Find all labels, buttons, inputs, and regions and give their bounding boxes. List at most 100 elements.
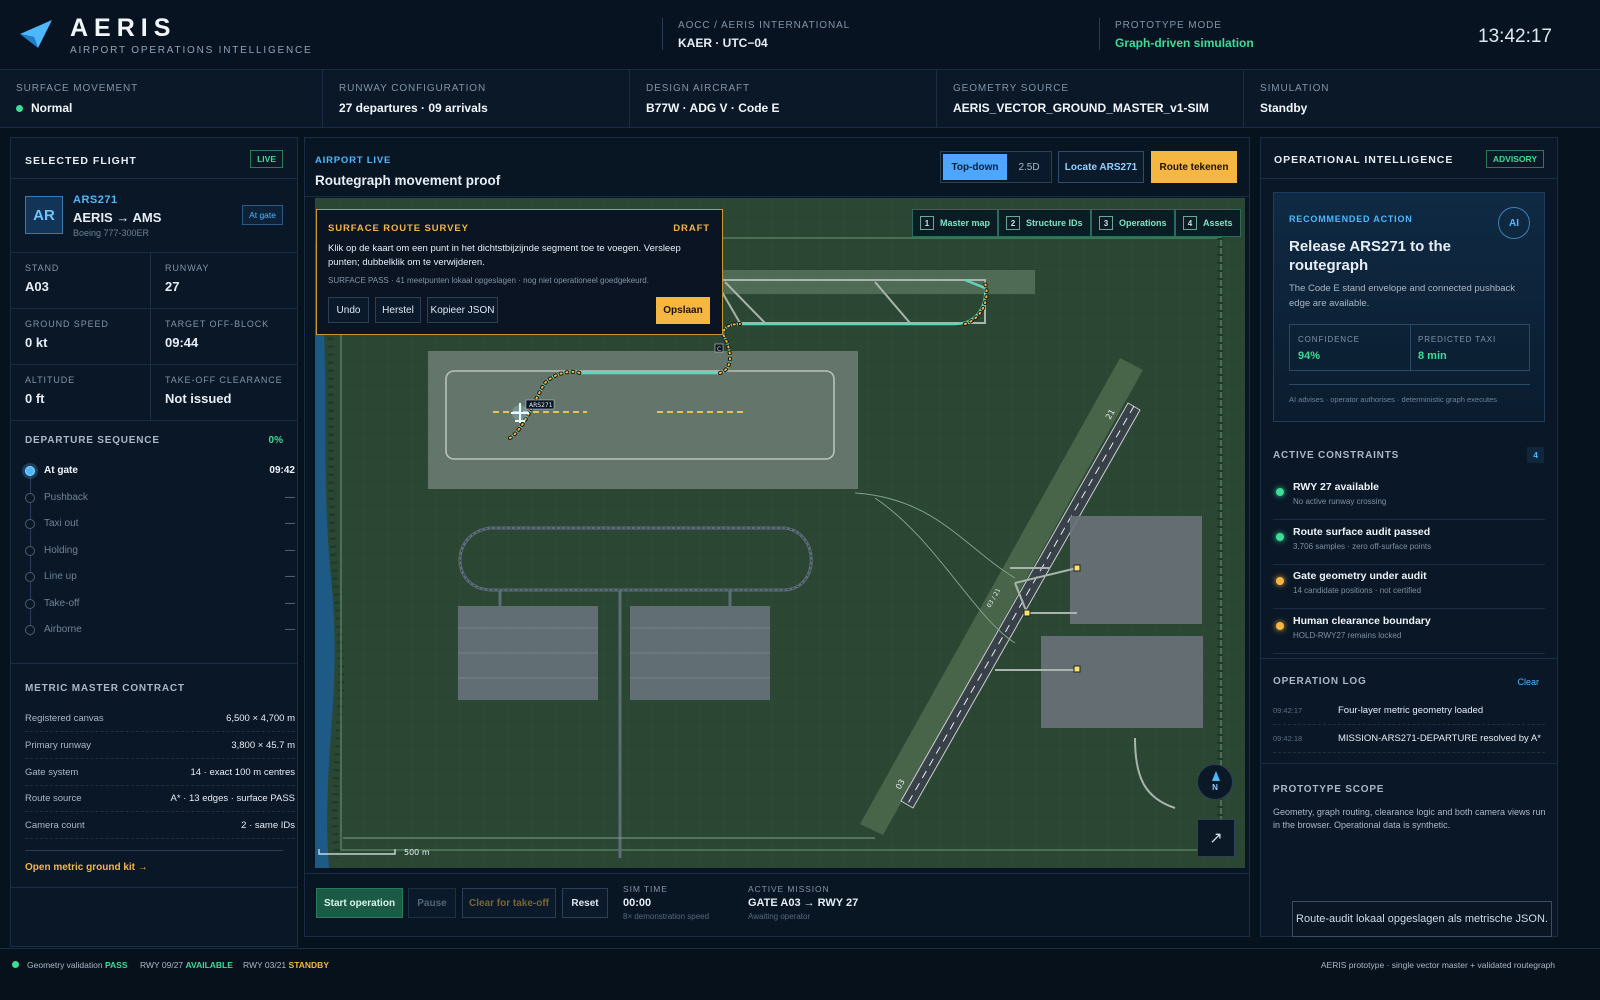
metric-row: Registered canvas 6,500 × 4,700 m xyxy=(25,705,295,732)
sequence-step: Pushback — xyxy=(25,490,295,508)
start-operation-button[interactable]: Start operation xyxy=(316,888,403,918)
step-dot-icon xyxy=(25,545,35,556)
step-dot-icon xyxy=(25,572,35,582)
sequence-step: Line up — xyxy=(25,569,295,587)
constraint-item: RWY 27 available No active runway crossin… xyxy=(1273,476,1545,520)
flight-status-badge: At gate xyxy=(242,205,283,225)
pause-button[interactable]: Pause xyxy=(408,888,456,918)
step-dot-icon xyxy=(25,598,35,609)
step-label: Line up xyxy=(44,571,77,582)
departure-sequence-title: DEPARTURE SEQUENCE xyxy=(25,435,160,446)
metric-value: 2 · same IDs xyxy=(241,820,295,832)
aeris-logo-icon xyxy=(20,20,52,48)
flight-route: AERIS → AMS xyxy=(73,210,162,225)
scope-body: Geometry, graph routing, clearance logic… xyxy=(1273,807,1546,830)
clock: 13:42:17 xyxy=(1478,26,1552,47)
expand-map-icon[interactable]: ↗ xyxy=(1197,819,1235,857)
aircraft-type: Boeing 777-300ER xyxy=(73,228,150,238)
constraint-subtitle: HOLD-RWY27 remains locked xyxy=(1293,630,1402,640)
field-runway: RUNWAY 27 xyxy=(151,253,297,309)
ai-badge-icon: AI xyxy=(1498,207,1530,239)
view-25d-button[interactable]: 2.5D xyxy=(1009,154,1049,180)
strip-design-aircraft: DESIGN AIRCRAFT B77W · ADG V · Code E xyxy=(630,70,937,128)
metric-row: Camera count 2 · same IDs xyxy=(25,812,295,840)
survey-title: SURFACE ROUTE SURVEY xyxy=(328,223,469,234)
strip-simulation: SIMULATION Standby xyxy=(1260,83,1330,115)
compass-icon[interactable]: N xyxy=(1197,764,1233,800)
metric-value: 14 · exact 100 m centres xyxy=(190,766,295,778)
footer-bar: Geometry validation PASS RWY 09/27 AVAIL… xyxy=(0,948,1600,1000)
step-time: — xyxy=(285,597,295,609)
log-time: 09:42:17 xyxy=(1273,706,1303,715)
scope-title: PROTOTYPE SCOPE xyxy=(1273,784,1385,795)
step-time: — xyxy=(285,491,295,503)
mission-status: Awaiting operator xyxy=(748,912,811,921)
step-label: At gate xyxy=(44,465,78,476)
step-dot-icon xyxy=(25,492,35,503)
layer-tab-structure-ids[interactable]: 2 Structure IDs xyxy=(998,209,1091,237)
intelligence-panel: OPERATIONAL INTELLIGENCE ADVISORY RECOMM… xyxy=(1260,137,1558,937)
flight-tag: ARS271 xyxy=(529,402,553,409)
locate-flight-button[interactable]: Locate ARS271 xyxy=(1058,151,1144,183)
recommendation-card: RECOMMENDED ACTION AI Release ARS271 to … xyxy=(1273,192,1545,422)
step-label: Pushback xyxy=(44,491,88,503)
active-mission: GATE A03 → RWY 27 xyxy=(748,897,859,909)
top-header: AERIS AIRPORT OPERATIONS INTELLIGENCE AO… xyxy=(0,0,1600,70)
field-target-off-block: TARGET OFF-BLOCK 09:44 xyxy=(151,309,297,365)
sequence-step: Taxi out — xyxy=(25,516,295,534)
log-entry: 09:42:17 Four-layer metric geometry loade… xyxy=(1273,698,1545,725)
metric-kit-link[interactable]: Open metric ground kit → xyxy=(25,862,148,873)
metric-key: Gate system xyxy=(25,766,79,778)
brand-name: AERIS xyxy=(70,14,177,42)
step-time: — xyxy=(285,624,295,635)
view-topdown-button[interactable]: Top-down xyxy=(943,154,1007,180)
constraint-status-icon xyxy=(1276,532,1284,541)
reset-button[interactable]: Reset xyxy=(562,888,608,918)
sequence-step: Holding — xyxy=(25,543,295,561)
node-c-label: C xyxy=(717,346,721,353)
constraint-subtitle: 3,706 samples · zero off-surface points xyxy=(1293,541,1432,551)
field-ground-speed: GROUND SPEED 0 kt xyxy=(11,309,151,365)
metric-key: Registered canvas xyxy=(25,713,104,724)
step-label: Holding xyxy=(44,544,78,556)
survey-copy-json-button[interactable]: Kopieer JSON xyxy=(427,297,498,323)
metric-value: 6,500 × 4,700 m xyxy=(226,713,295,724)
survey-badge: DRAFT xyxy=(673,223,710,234)
rec-body: The Code E stand envelope and connected … xyxy=(1289,283,1516,309)
status-strip: SURFACE MOVEMENT Normal RUNWAY CONFIGURA… xyxy=(0,70,1600,128)
layer-tab-master-map[interactable]: 1 Master map xyxy=(912,209,999,237)
step-label: Take-off xyxy=(44,597,80,609)
survey-meta: SURFACE PASS · 41 meetpunten lokaal opge… xyxy=(328,276,649,285)
log-clear-button[interactable]: Clear xyxy=(1517,677,1539,687)
metric-key: Route source xyxy=(25,793,82,805)
strip-geometry-source: GEOMETRY SOURCE AERIS_VECTOR_GROUND_MAST… xyxy=(937,70,1244,128)
clear-takeoff-button[interactable]: Clear for take-off xyxy=(462,888,556,918)
layer-tab-operations[interactable]: 3 Operations xyxy=(1091,209,1175,237)
constraint-title: RWY 27 available xyxy=(1293,481,1379,493)
survey-undo-button[interactable]: Undo xyxy=(328,297,369,323)
constraints-count: 4 xyxy=(1527,447,1544,463)
sequence-step: Airborne — xyxy=(25,622,295,640)
footer-geometry: Geometry validation PASS xyxy=(27,960,128,970)
terminal-east-south xyxy=(1041,636,1203,728)
log-entry: 09:42:18 MISSION-ARS271-DEPARTURE resolve… xyxy=(1273,726,1545,753)
footer-rwy1: RWY 09/27 AVAILABLE xyxy=(140,960,233,970)
field-altitude: ALTITUDE 0 ft xyxy=(11,365,151,421)
constraint-item: Human clearance boundary HOLD-RWY27 remai… xyxy=(1273,610,1545,654)
strip-runway-config: RUNWAY CONFIGURATION 27 departures · 09 … xyxy=(323,70,630,128)
metric-row: Primary runway 3,800 × 45.7 m xyxy=(25,732,295,759)
route-draw-button[interactable]: Route tekenen xyxy=(1151,151,1237,183)
survey-restore-button[interactable]: Herstel xyxy=(375,297,421,323)
step-dot-icon xyxy=(25,466,35,476)
confidence-value: 94% xyxy=(1298,350,1321,362)
intel-title: OPERATIONAL INTELLIGENCE xyxy=(1274,154,1454,166)
survey-body: Klik op de kaart om een punt in het dich… xyxy=(328,243,681,268)
brand-tagline: AIRPORT OPERATIONS INTELLIGENCE xyxy=(70,45,313,56)
step-time: — xyxy=(285,571,295,582)
survey-save-button[interactable]: Opslaan xyxy=(656,297,710,324)
log-text: Four-layer metric geometry loaded xyxy=(1338,705,1484,716)
status-dot-icon xyxy=(16,105,23,112)
metric-value: A* · 13 edges · surface PASS xyxy=(170,793,295,805)
layer-tab-assets[interactable]: 4 Assets xyxy=(1175,209,1241,237)
sim-time: 00:00 xyxy=(623,897,652,909)
